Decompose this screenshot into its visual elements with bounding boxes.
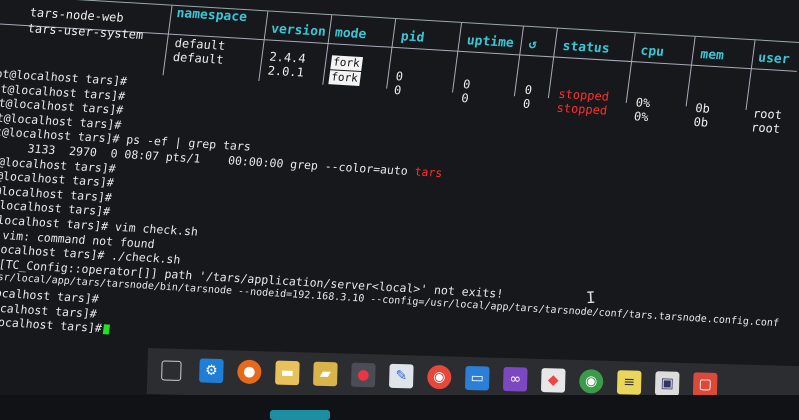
header-user: user	[757, 50, 791, 68]
ibeam-cursor-icon: I	[585, 287, 597, 308]
text-cursor	[103, 323, 111, 335]
process-namespace: default	[172, 49, 225, 67]
header-mem: mem	[699, 47, 725, 64]
process-mode: fork	[330, 55, 363, 72]
process-pid: 0	[394, 69, 404, 84]
process-mode: fork	[328, 70, 361, 86]
terminal-window[interactable]: namespace version mode pid uptime ↺ stat…	[0, 0, 799, 393]
chrome-icon[interactable]: ◉	[426, 364, 452, 390]
process-name: tars-user-system	[26, 21, 145, 42]
notes-icon[interactable]: ≡	[616, 370, 642, 395]
header-mode: mode	[334, 25, 368, 43]
terminal-output: root@localhost tars]# root@localhost tar…	[0, 66, 799, 376]
git-icon[interactable]: ◆	[540, 367, 566, 393]
window-icon[interactable]: ▭	[464, 365, 490, 391]
header-version: version	[270, 21, 327, 40]
process-restarts: 0	[523, 82, 533, 98]
stop-icon[interactable]: ▢	[692, 372, 718, 397]
header-status: status	[561, 38, 611, 57]
app-icon[interactable]: ●	[350, 362, 376, 388]
header-cpu: cpu	[639, 43, 665, 60]
bezel-light	[270, 410, 330, 420]
folder-icon[interactable]: ▰	[313, 361, 338, 387]
process-uptime: 0	[462, 77, 472, 92]
monitor-bezel	[0, 395, 799, 420]
chrome-icon[interactable]: ◉	[578, 369, 604, 394]
document-icon[interactable]: ✎	[388, 363, 414, 389]
settings-icon[interactable]: ⚙	[199, 358, 224, 384]
task-view-icon[interactable]	[161, 360, 182, 381]
header-restart: ↺	[527, 36, 538, 53]
process-version: 2.0.1	[266, 63, 305, 80]
visual-studio-icon[interactable]: ∞	[502, 366, 528, 392]
screen: namespace version mode pid uptime ↺ stat…	[0, 0, 799, 420]
terminal-icon[interactable]: ▣	[654, 371, 680, 396]
header-namespace: namespace	[175, 6, 248, 26]
header-pid: pid	[399, 29, 426, 46]
file-manager-icon[interactable]: ▬	[275, 360, 300, 386]
header-uptime: uptime	[465, 33, 515, 51]
firefox-icon[interactable]: ●	[237, 359, 262, 385]
grep-match: tars	[413, 164, 444, 180]
